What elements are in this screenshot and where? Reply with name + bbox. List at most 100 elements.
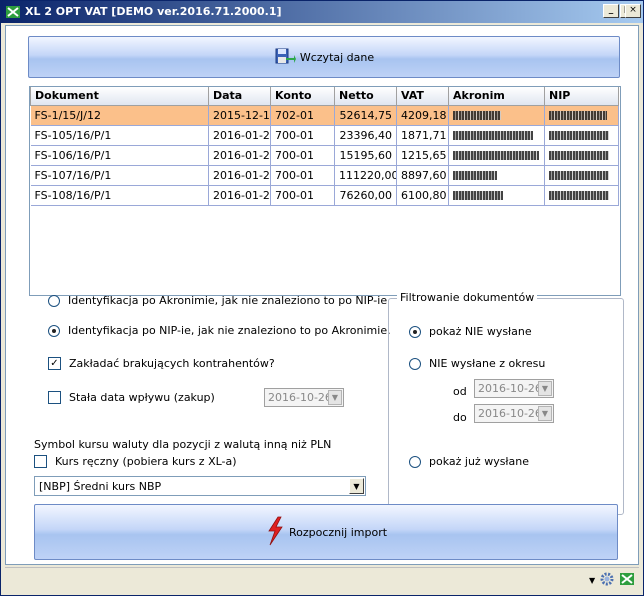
- radio-checked[interactable]: [48, 324, 60, 337]
- ident-akronim-radio[interactable]: Identyfikacja po Akronimie, jak nie znal…: [48, 294, 387, 307]
- fixed-date-value: 2016-10-26: [268, 391, 332, 404]
- chevron-down-icon[interactable]: ▼: [538, 406, 552, 421]
- window-title: XL 2 OPT VAT [DEMO ver.2016.71.2000.1]: [25, 5, 282, 18]
- gear-icon[interactable]: [599, 571, 615, 590]
- add-missing-label: Zakładać brakujących kontrahentów?: [69, 357, 275, 370]
- to-date-field[interactable]: 2016-10-26 ▼: [474, 404, 554, 423]
- load-data-icon: [274, 46, 296, 69]
- ident-akronim-label: Identyfikacja po Akronimie, jak nie znal…: [68, 294, 388, 307]
- from-date-field[interactable]: 2016-10-26 ▼: [474, 379, 554, 398]
- chevron-down-icon[interactable]: ▼: [589, 576, 595, 585]
- cell-dokument: FS-106/16/P/1: [30, 145, 209, 166]
- close-button[interactable]: ×: [625, 4, 641, 18]
- cell-dokument: FS-107/16/P/1: [30, 165, 209, 186]
- show-not-sent-radio[interactable]: pokaż NIE wysłane: [409, 325, 532, 338]
- cell-dokument: FS-1/15/J/12: [30, 105, 209, 126]
- filter-groupbox: Filtrowanie dokumentów pokaż NIE wysłane…: [388, 291, 624, 515]
- show-sent-radio[interactable]: pokaż już wysłane: [409, 455, 529, 468]
- cell-data: 2016-01-25: [208, 125, 271, 146]
- cell-dokument: FS-105/16/P/1: [30, 125, 209, 146]
- radio-checked[interactable]: [409, 325, 421, 338]
- cell-akronim-redacted: [448, 165, 545, 186]
- app-icon[interactable]: [619, 571, 635, 590]
- filter-legend: Filtrowanie dokumentów: [397, 291, 538, 304]
- table-row[interactable]: FS-106/16/P/1 2016-01-25 700-01 15195,60…: [30, 145, 619, 166]
- show-sent-label: pokaż już wysłane: [429, 455, 530, 468]
- checkbox-unchecked[interactable]: [34, 455, 47, 468]
- not-sent-period-label: NIE wysłane z okresu: [429, 357, 546, 370]
- cell-netto: 23396,40: [334, 125, 397, 146]
- column-header-vat[interactable]: VAT: [396, 87, 449, 106]
- app-window: XL 2 OPT VAT [DEMO ver.2016.71.2000.1] _…: [0, 0, 644, 596]
- from-date-value: 2016-10-26: [478, 382, 542, 395]
- cell-akronim-redacted: [448, 125, 545, 146]
- manual-rate-checkbox[interactable]: Kurs ręczny (pobiera kurs z XL-a): [34, 455, 237, 468]
- lightning-icon: [265, 516, 285, 549]
- column-header-akronim[interactable]: Akronim: [448, 87, 545, 106]
- cell-dokument: FS-108/16/P/1: [30, 185, 209, 206]
- chevron-down-icon[interactable]: ▼: [328, 390, 342, 405]
- cell-data: 2016-01-25: [208, 185, 271, 206]
- cell-nip-redacted: [544, 125, 619, 146]
- minimize-button[interactable]: _: [603, 4, 619, 18]
- ident-nip-label: Identyfikacja po NIP-ie, jak nie znalezi…: [68, 324, 391, 337]
- status-bar: ▼: [5, 567, 639, 593]
- cell-data: 2016-01-25: [208, 145, 271, 166]
- column-header-netto[interactable]: Netto: [334, 87, 397, 106]
- fixed-date-checkbox[interactable]: Stała data wpływu (zakup): [48, 391, 215, 404]
- cell-netto: 15195,60: [334, 145, 397, 166]
- table-row[interactable]: FS-1/15/J/12 2015-12-16 702-01 52614,75 …: [30, 105, 619, 126]
- grid-header-row: Dokument Data Konto Netto VAT Akronim NI…: [30, 87, 619, 106]
- documents-grid[interactable]: Dokument Data Konto Netto VAT Akronim NI…: [29, 86, 621, 296]
- cell-netto: 111220,00: [334, 165, 397, 186]
- column-header-nip[interactable]: NIP: [544, 87, 619, 106]
- radio-unchecked[interactable]: [409, 357, 421, 370]
- start-import-label: Rozpocznij import: [288, 525, 388, 539]
- radio-unchecked[interactable]: [48, 294, 60, 307]
- app-icon: [5, 4, 21, 20]
- cell-nip-redacted: [544, 185, 619, 206]
- not-sent-period-radio[interactable]: NIE wysłane z okresu: [409, 357, 545, 370]
- column-header-konto[interactable]: Konto: [270, 87, 335, 106]
- cell-vat: 1871,71: [396, 125, 449, 146]
- cell-netto: 52614,75: [334, 105, 397, 126]
- to-label: do: [453, 411, 467, 424]
- title-bar[interactable]: XL 2 OPT VAT [DEMO ver.2016.71.2000.1] _…: [1, 1, 643, 23]
- add-missing-checkbox[interactable]: ✓ Zakładać brakujących kontrahentów?: [48, 357, 275, 370]
- start-import-button[interactable]: Rozpocznij import: [34, 504, 618, 560]
- show-not-sent-label: pokaż NIE wysłane: [429, 325, 532, 338]
- cell-netto: 76260,00: [334, 185, 397, 206]
- main-panel: Wczytaj dane Dokument Data Konto Netto V…: [5, 25, 639, 565]
- cell-konto: 702-01: [270, 105, 335, 126]
- cell-vat: 8897,60: [396, 165, 449, 186]
- cell-nip-redacted: [544, 105, 619, 126]
- checkbox-checked[interactable]: ✓: [48, 357, 61, 370]
- table-row[interactable]: FS-108/16/P/1 2016-01-25 700-01 76260,00…: [30, 185, 619, 206]
- chevron-down-icon[interactable]: ▼: [349, 478, 364, 494]
- table-row[interactable]: FS-107/16/P/1 2016-01-25 700-01 111220,0…: [30, 165, 619, 186]
- cell-nip-redacted: [544, 165, 619, 186]
- ident-nip-radio[interactable]: Identyfikacja po NIP-ie, jak nie znalezi…: [48, 324, 391, 337]
- column-header-dokument[interactable]: Dokument: [30, 87, 209, 106]
- rate-select-value: [NBP] Średni kurs NBP: [39, 480, 162, 493]
- fixed-date-field[interactable]: 2016-10-26 ▼: [264, 388, 344, 407]
- checkbox-unchecked[interactable]: [48, 391, 61, 404]
- cell-data: 2015-12-16: [208, 105, 271, 126]
- to-date-value: 2016-10-26: [478, 407, 542, 420]
- manual-rate-label: Kurs ręczny (pobiera kurs z XL-a): [55, 455, 237, 468]
- cell-konto: 700-01: [270, 185, 335, 206]
- cell-nip-redacted: [544, 145, 619, 166]
- cell-vat: 4209,18: [396, 105, 449, 126]
- cell-konto: 700-01: [270, 145, 335, 166]
- radio-unchecked[interactable]: [409, 455, 421, 468]
- table-row[interactable]: FS-105/16/P/1 2016-01-25 700-01 23396,40…: [30, 125, 619, 146]
- column-header-data[interactable]: Data: [208, 87, 271, 106]
- load-data-button[interactable]: Wczytaj dane: [28, 36, 620, 78]
- cell-data: 2016-01-25: [208, 165, 271, 186]
- cell-konto: 700-01: [270, 165, 335, 186]
- cell-akronim-redacted: [448, 145, 545, 166]
- cell-akronim-redacted: [448, 105, 545, 126]
- chevron-down-icon[interactable]: ▼: [538, 381, 552, 396]
- from-label: od: [453, 385, 467, 398]
- rate-select[interactable]: [NBP] Średni kurs NBP ▼: [34, 476, 366, 496]
